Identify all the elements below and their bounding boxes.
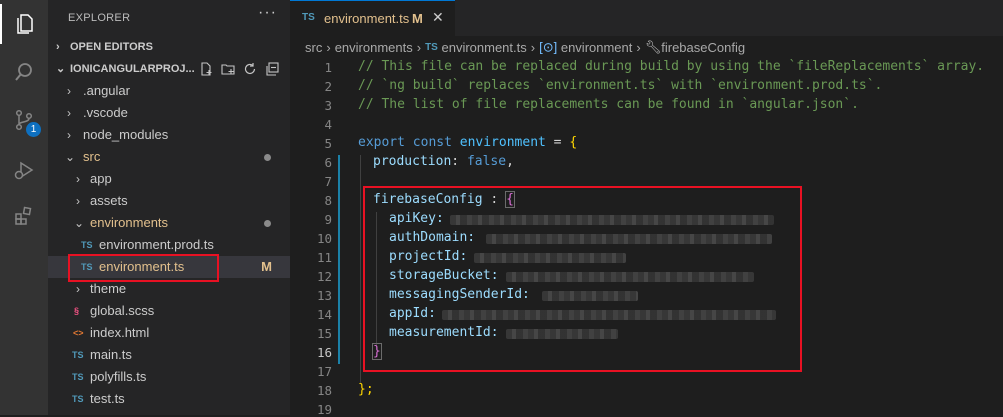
source-control-badge: 1	[26, 122, 41, 137]
tree-item-index-html[interactable]: <> index.html	[48, 322, 290, 344]
tree-item-polyfills-ts[interactable]: TS polyfills.ts	[48, 366, 290, 388]
refresh-icon[interactable]	[242, 61, 258, 77]
line-number: 8	[324, 193, 332, 208]
tree-item-environments[interactable]: ⌄ environments	[48, 212, 290, 234]
tree-item-src[interactable]: ⌄ src	[48, 146, 290, 168]
indent-guide	[360, 155, 361, 384]
new-folder-icon[interactable]	[220, 61, 236, 77]
line-number: 12	[316, 269, 332, 284]
chevron-right-icon: ›	[76, 172, 80, 186]
line-number: 10	[316, 231, 332, 246]
breadcrumb-environments[interactable]: environments	[335, 40, 413, 55]
chevron-right-icon: ›	[326, 40, 331, 56]
tree-item-node-modules[interactable]: › node_modules	[48, 124, 290, 146]
tree-item-vscode[interactable]: › .vscode	[48, 102, 290, 124]
tab-modified-badge: M	[412, 11, 423, 26]
typescript-file-icon: TS	[425, 42, 438, 54]
explorer-icon[interactable]	[0, 4, 48, 44]
tree-item-environment-prod-ts[interactable]: TS environment.prod.ts	[48, 234, 290, 256]
html-file-icon: <>	[73, 328, 84, 338]
open-editors-label: OPEN EDITORS	[70, 41, 153, 53]
tree-item-app[interactable]: › app	[48, 168, 290, 190]
tab-bar: TS environment.ts M ✕	[290, 0, 1003, 36]
code-line-6: production: false,	[373, 154, 514, 169]
chevron-right-icon: ›	[416, 40, 422, 56]
collapse-all-icon[interactable]	[264, 61, 280, 77]
tab-environment-ts[interactable]: TS environment.ts M ✕	[290, 0, 455, 36]
variable-symbol-icon: [⊙]	[539, 39, 558, 55]
tree-item-global-scss[interactable]: § global.scss	[48, 300, 290, 322]
chevron-right-icon: ›	[56, 41, 60, 53]
chevron-right-icon: ›	[76, 194, 80, 208]
run-debug-icon[interactable]	[0, 150, 48, 190]
code-line-2: // `ng build` replaces `environment.ts` …	[358, 78, 883, 93]
typescript-file-icon: TS	[81, 240, 93, 250]
close-icon[interactable]: ✕	[432, 9, 444, 26]
chevron-down-icon: ⌄	[65, 150, 76, 164]
explorer-title: EXPLORER	[68, 12, 131, 24]
chevron-right-icon: ›	[636, 40, 641, 56]
chevron-right-icon: ›	[67, 106, 71, 120]
extensions-icon[interactable]	[0, 196, 48, 236]
chevron-down-icon: ⌄	[74, 216, 85, 230]
editor-area: TS environment.ts M ✕ src › environments › T…	[290, 0, 1003, 417]
project-label: IONICANGULARPROJ...	[70, 63, 195, 75]
code-line-1: // This file can be replaced during buil…	[358, 59, 985, 74]
source-control-icon[interactable]: 1	[0, 100, 48, 140]
tab-label: environment.ts	[324, 11, 410, 26]
line-number: 6	[324, 155, 332, 170]
typescript-file-icon: TS	[72, 394, 84, 404]
open-editors-section[interactable]: › OPEN EDITORS	[48, 36, 290, 58]
tree-item-main-ts[interactable]: TS main.ts	[48, 344, 290, 366]
typescript-file-icon: TS	[302, 12, 315, 23]
code-line-5: export const environment = {	[358, 135, 578, 150]
chevron-right-icon: ›	[530, 40, 536, 56]
modified-status-badge: M	[261, 259, 272, 274]
tree-item-angular[interactable]: › .angular	[48, 80, 290, 102]
activity-bar: 1	[0, 0, 48, 415]
line-number: 11	[316, 250, 332, 265]
wrench-icon: 🔧︎	[644, 39, 662, 55]
line-number: 17	[316, 364, 332, 379]
line-number: 13	[316, 288, 332, 303]
modified-dot-icon	[264, 220, 271, 227]
breadcrumb-environment[interactable]: environment	[561, 40, 633, 55]
code-line-3: // The list of file replacements can be …	[358, 97, 859, 112]
code-highlight-box	[363, 186, 802, 372]
project-section[interactable]: ⌄ IONICANGULARPROJ...	[48, 58, 290, 80]
search-icon[interactable]	[0, 52, 48, 92]
modified-dot-icon	[264, 154, 271, 161]
explorer-sidebar: EXPLORER ··· › OPEN EDITORS ⌄ IONICANGUL…	[48, 0, 290, 415]
more-actions-button[interactable]: ···	[258, 4, 277, 22]
line-number: 4	[324, 117, 332, 132]
line-number: 1	[324, 60, 332, 75]
chevron-down-icon: ⌄	[56, 63, 66, 75]
line-number-current: 16	[316, 345, 332, 360]
chevron-right-icon: ›	[67, 128, 71, 142]
line-number: 14	[316, 307, 332, 322]
sass-file-icon: §	[74, 306, 80, 316]
added-gutter-marker	[338, 193, 340, 364]
tree-item-test-ts[interactable]: TS test.ts	[48, 388, 290, 410]
line-number: 18	[316, 383, 332, 398]
breadcrumb: src › environments › TS environment.ts › [⊙] e…	[305, 39, 745, 56]
line-number: 9	[324, 212, 332, 227]
code-line-18: };	[358, 382, 374, 397]
typescript-file-icon: TS	[72, 350, 84, 360]
line-number: 7	[324, 174, 332, 189]
chevron-right-icon: ›	[67, 84, 71, 98]
breadcrumb-file[interactable]: environment.ts	[441, 40, 526, 55]
typescript-file-icon: TS	[72, 372, 84, 382]
line-number: 3	[324, 98, 332, 113]
breadcrumb-src[interactable]: src	[305, 40, 322, 55]
breadcrumb-firebaseconfig[interactable]: firebaseConfig	[661, 40, 745, 55]
sidebar-highlight-box	[68, 254, 219, 282]
new-file-icon[interactable]	[198, 61, 214, 77]
tree-item-assets[interactable]: › assets	[48, 190, 290, 212]
line-number: 15	[316, 326, 332, 341]
line-number: 2	[324, 79, 332, 94]
modified-gutter-marker	[338, 155, 340, 193]
line-number: 5	[324, 136, 332, 151]
